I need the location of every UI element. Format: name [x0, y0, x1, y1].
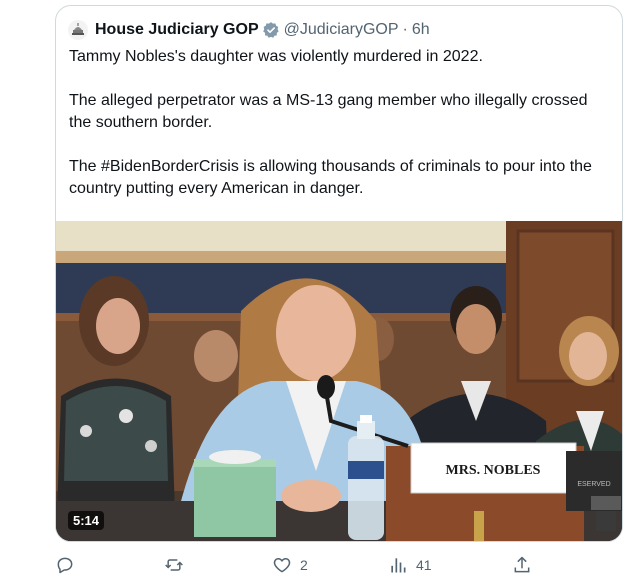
capitol-logo-icon	[72, 23, 84, 35]
tweet-actions: 2 41	[55, 555, 623, 579]
reply-icon	[57, 557, 73, 574]
tweet-paragraph: The #BidenBorderCrisis is allowing thous…	[69, 158, 592, 197]
tweet-text: Tammy Nobles's daughter was violently mu…	[69, 46, 609, 222]
video-frame: MRS. NOBLES ESERVED	[56, 221, 622, 541]
reply-button[interactable]	[55, 555, 75, 575]
video-duration: 5:14	[68, 511, 105, 530]
like-count: 2	[300, 557, 308, 573]
views-button[interactable]: 41	[388, 555, 432, 575]
tweet-card[interactable]: House Judiciary GOP @JudiciaryGOP · 6h T…	[55, 5, 623, 542]
desk-card-text: ESERVED	[577, 481, 610, 488]
share-button[interactable]	[512, 555, 532, 575]
header-separator: ·	[402, 21, 408, 38]
views-icon	[391, 558, 406, 573]
verified-badge-icon	[262, 21, 280, 39]
share-icon	[514, 556, 530, 573]
author-handle[interactable]: @JudiciaryGOP	[284, 21, 399, 39]
views-count: 41	[416, 557, 432, 573]
heart-icon	[273, 558, 291, 573]
retweet-button[interactable]	[163, 555, 185, 575]
tweet-header: House Judiciary GOP @JudiciaryGOP · 6h	[68, 19, 430, 41]
tweet-paragraph: Tammy Nobles's daughter was violently mu…	[69, 48, 483, 65]
video-player[interactable]: MRS. NOBLES ESERVED 5:14	[56, 221, 622, 541]
tweet-paragraph: The alleged perpetrator was a MS-13 gang…	[69, 92, 588, 131]
retweet-icon	[165, 559, 183, 571]
nameplate-text: MRS. NOBLES	[446, 463, 541, 478]
avatar[interactable]	[68, 20, 88, 40]
timestamp[interactable]: 6h	[412, 21, 430, 39]
author-name[interactable]: House Judiciary GOP	[95, 21, 259, 39]
like-button[interactable]: 2	[272, 555, 308, 575]
